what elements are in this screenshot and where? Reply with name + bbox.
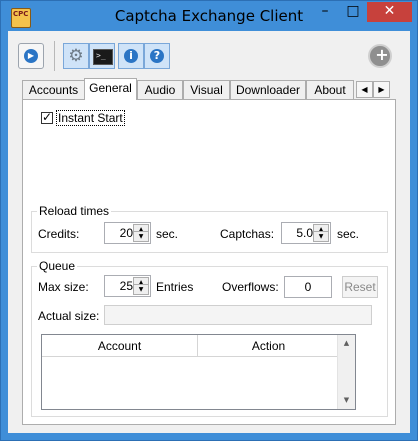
reset-button[interactable]: Reset xyxy=(342,276,378,298)
toolbar: ▶ ⚙ >_ i ? + xyxy=(8,39,410,79)
tab-about[interactable]: About xyxy=(306,80,354,99)
column-account[interactable]: Account xyxy=(42,335,198,357)
console-button[interactable]: >_ xyxy=(89,43,115,69)
minimize-button[interactable]: – xyxy=(312,2,338,22)
actual-size-label: Actual size: xyxy=(38,309,100,323)
tab-visual[interactable]: Visual xyxy=(183,80,230,99)
close-button[interactable]: ✕ xyxy=(367,2,412,22)
gear-icon: ⚙ xyxy=(68,46,84,66)
reload-times-title: Reload times xyxy=(37,204,112,218)
credits-down-icon[interactable]: ▼ xyxy=(133,231,149,242)
captchas-unit: sec. xyxy=(337,227,360,241)
tab-accounts[interactable]: Accounts xyxy=(22,80,85,99)
tab-downloader[interactable]: Downloader xyxy=(230,80,306,99)
start-button[interactable]: ▶ xyxy=(18,43,44,69)
queue-title: Queue xyxy=(37,259,78,273)
instant-start-label[interactable]: Instant Start xyxy=(56,110,125,126)
help-button[interactable]: ? xyxy=(144,43,170,69)
tab-general[interactable]: General xyxy=(84,78,137,100)
captchas-label: Captchas: xyxy=(220,227,275,241)
captchas-value: 5.0 xyxy=(296,226,313,240)
overflows-label: Overflows: xyxy=(222,280,279,294)
max-size-unit: Entries xyxy=(156,280,194,294)
tab-scroll-right-icon[interactable]: ▶ xyxy=(373,81,390,98)
main-window: CPC Captcha Exchange Client – □ ✕ ▶ ⚙ >_… xyxy=(0,0,418,441)
settings-button[interactable]: ⚙ xyxy=(63,43,89,69)
console-icon: >_ xyxy=(93,49,113,65)
check-icon: ✓ xyxy=(42,110,53,124)
overflows-field: 0 xyxy=(284,276,332,298)
tab-scroll-left-icon[interactable]: ◀ xyxy=(356,81,373,98)
max-size-value: 25 xyxy=(119,279,133,293)
list-scrollbar[interactable]: ▲ ▼ xyxy=(337,335,355,409)
captchas-spinner[interactable]: 5.0 ▲ ▼ xyxy=(281,222,331,244)
add-button[interactable]: + xyxy=(368,44,392,68)
scroll-down-icon[interactable]: ▼ xyxy=(338,392,355,409)
maximize-button[interactable]: □ xyxy=(340,2,366,22)
credits-label: Credits: xyxy=(38,227,80,241)
help-glyph: ? xyxy=(153,49,161,62)
captchas-down-icon[interactable]: ▼ xyxy=(313,231,329,242)
title-bar[interactable]: CPC Captcha Exchange Client – □ ✕ xyxy=(1,1,417,31)
scroll-up-icon[interactable]: ▲ xyxy=(338,335,355,352)
max-size-spinner[interactable]: 25 ▲ ▼ xyxy=(104,275,151,297)
client-area: ▶ ⚙ >_ i ? + Accounts General Audio Visu… xyxy=(8,31,410,433)
play-glyph: ▶ xyxy=(27,51,35,60)
info-glyph: i xyxy=(129,49,133,62)
credits-value: 20 xyxy=(119,226,133,240)
queue-list[interactable]: Account Action ▲ ▼ xyxy=(41,334,356,410)
info-button[interactable]: i xyxy=(118,43,144,69)
credits-unit: sec. xyxy=(156,227,179,241)
plus-icon: + xyxy=(375,45,389,64)
tab-audio[interactable]: Audio xyxy=(137,80,183,99)
toolbar-separator xyxy=(54,41,55,71)
instant-start-checkbox[interactable]: ✓ xyxy=(41,110,53,124)
column-action[interactable]: Action xyxy=(198,335,340,357)
max-size-down-icon[interactable]: ▼ xyxy=(133,284,149,295)
console-prompt: >_ xyxy=(96,51,106,60)
tab-strip: Accounts General Audio Visual Downloader… xyxy=(22,78,410,100)
actual-size-field xyxy=(104,305,372,325)
credits-spinner[interactable]: 20 ▲ ▼ xyxy=(104,222,151,244)
max-size-label: Max size: xyxy=(38,280,89,294)
general-tab-panel: ✓ Instant Start Reload times Credits: 20… xyxy=(22,99,396,425)
